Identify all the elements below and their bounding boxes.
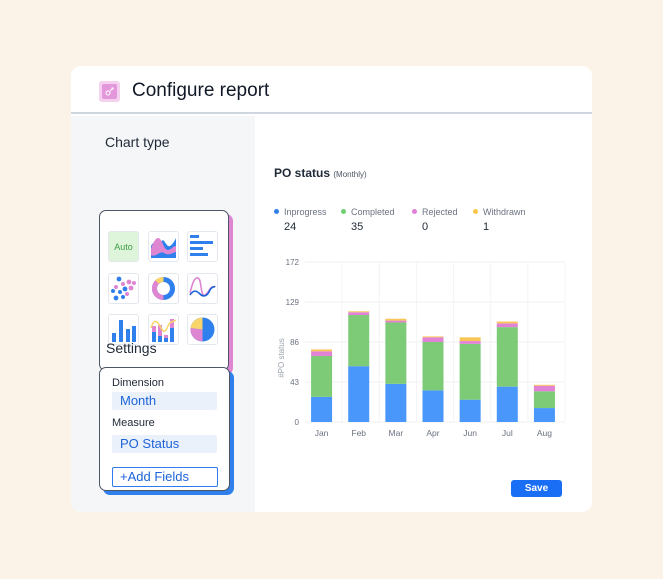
- legend-rejected: Rejected: [412, 207, 458, 217]
- add-fields-button[interactable]: +Add Fields: [112, 467, 218, 487]
- bar-inprogress-apr: [422, 390, 444, 422]
- save-button[interactable]: Save: [511, 480, 562, 497]
- line-chart-icon: [189, 277, 216, 297]
- x-tick-label: Jun: [463, 428, 477, 438]
- x-axis-ticks: Jan Feb Mar Apr Jun Jul Aug: [315, 428, 553, 438]
- chart-type-auto-label: Auto: [114, 241, 133, 252]
- x-tick-label: Apr: [426, 428, 439, 438]
- withdrawn-count: 1: [483, 221, 490, 233]
- bar-withdrawn-mar: [385, 318, 407, 321]
- bar-inprogress-jan: [311, 396, 333, 422]
- horizontal-bar-chart-icon: [190, 235, 213, 256]
- bar-completed-mar: [385, 322, 407, 384]
- legend-dot-icon: [412, 209, 417, 214]
- legend-completed: Completed: [341, 207, 395, 217]
- combo-chart-icon: [150, 319, 177, 342]
- scatter-chart-icon: [111, 276, 136, 301]
- chart-type-line[interactable]: [187, 273, 218, 304]
- x-tick-label: Mar: [389, 428, 404, 438]
- bar-chart-icon: [112, 320, 136, 342]
- x-tick-label: Jan: [315, 428, 329, 438]
- chart-type-area[interactable]: [148, 231, 179, 262]
- bar-withdrawn-jul: [496, 321, 518, 324]
- bar-inprogress-jul: [496, 386, 518, 422]
- bar-completed-feb: [348, 315, 370, 367]
- bar-withdrawn-jun: [459, 337, 481, 342]
- bar-inprogress-feb: [348, 366, 370, 422]
- y-tick-label: 129: [286, 298, 300, 307]
- page-title: Configure report: [132, 80, 270, 101]
- chart-title-text: PO status: [274, 166, 331, 180]
- bar-rejected-apr: [422, 337, 444, 342]
- sidebar: Chart type Auto Settings Dimension Month…: [71, 116, 255, 512]
- bar-rejected-mar: [385, 320, 407, 323]
- chart-type-donut[interactable]: [148, 273, 179, 304]
- y-axis-ticks: 0 43 86 129 172: [286, 258, 300, 427]
- bar-withdrawn-jan: [311, 349, 333, 352]
- bar-completed-aug: [533, 391, 555, 409]
- bar-completed-jul: [496, 327, 518, 387]
- area-chart-icon: [151, 238, 176, 258]
- dimension-field[interactable]: Month: [112, 392, 217, 410]
- settings-label: Settings: [106, 340, 157, 356]
- y-axis-label: #PO status: [277, 338, 286, 378]
- bar-rejected-feb: [348, 312, 370, 316]
- measure-field[interactable]: PO Status: [112, 435, 217, 453]
- completed-count: 35: [351, 221, 364, 233]
- bar-withdrawn-apr: [422, 336, 444, 338]
- pie-chart-icon: [190, 317, 215, 342]
- legend-withdrawn: Withdrawn: [473, 207, 526, 217]
- inprogress-count: 24: [284, 221, 297, 233]
- settings-card: Dimension Month Measure PO Status +Add F…: [99, 367, 230, 491]
- report-edit-icon: [99, 81, 120, 102]
- configure-report-panel: Configure report Chart type Auto Setting…: [71, 66, 592, 512]
- chart-panel: PO status (Monthly) Inprogress Completed…: [255, 116, 592, 512]
- y-tick-label: 86: [290, 338, 299, 347]
- bar-rejected-jul: [496, 323, 518, 328]
- chart-type-horizontal-bar[interactable]: [187, 231, 218, 262]
- x-tick-label: Jul: [502, 428, 513, 438]
- bar-withdrawn-feb: [348, 311, 370, 313]
- bar-inprogress-mar: [385, 383, 407, 422]
- chart-type-scatter[interactable]: [108, 273, 139, 304]
- chart-bars: [311, 311, 555, 422]
- chart-type-auto[interactable]: Auto: [108, 231, 139, 262]
- y-tick-label: 43: [290, 378, 299, 387]
- chart-type-pie[interactable]: [187, 314, 218, 345]
- legend-dot-icon: [274, 209, 279, 214]
- bar-rejected-aug: [533, 385, 555, 392]
- bar-completed-jan: [311, 355, 333, 397]
- dimension-label: Dimension: [112, 377, 164, 389]
- x-tick-label: Feb: [351, 428, 366, 438]
- chart-title: PO status (Monthly): [274, 166, 367, 180]
- bar-inprogress-aug: [533, 408, 555, 422]
- bar-rejected-jan: [311, 351, 333, 356]
- y-tick-label: 0: [295, 418, 300, 427]
- bar-inprogress-jun: [459, 399, 481, 422]
- measure-label: Measure: [112, 417, 155, 429]
- bar-completed-apr: [422, 342, 444, 391]
- chart-subtitle: (Monthly): [333, 170, 367, 179]
- legend-dot-icon: [341, 209, 346, 214]
- header: Configure report: [71, 66, 592, 114]
- donut-chart-icon: [151, 277, 175, 300]
- bar-withdrawn-aug: [533, 384, 555, 386]
- bar-completed-jun: [459, 343, 481, 400]
- rejected-count: 0: [422, 221, 429, 233]
- legend-dot-icon: [473, 209, 478, 214]
- stacked-bar-chart: 0 43 86 129 172 Jan Feb Mar Apr Jun Jul Aug #PO st…: [277, 258, 566, 438]
- y-tick-label: 172: [286, 258, 300, 267]
- chart-type-label: Chart type: [105, 134, 170, 150]
- x-tick-label: Aug: [537, 428, 552, 438]
- legend-inprogress: Inprogress: [274, 207, 327, 217]
- bar-rejected-jun: [459, 341, 481, 344]
